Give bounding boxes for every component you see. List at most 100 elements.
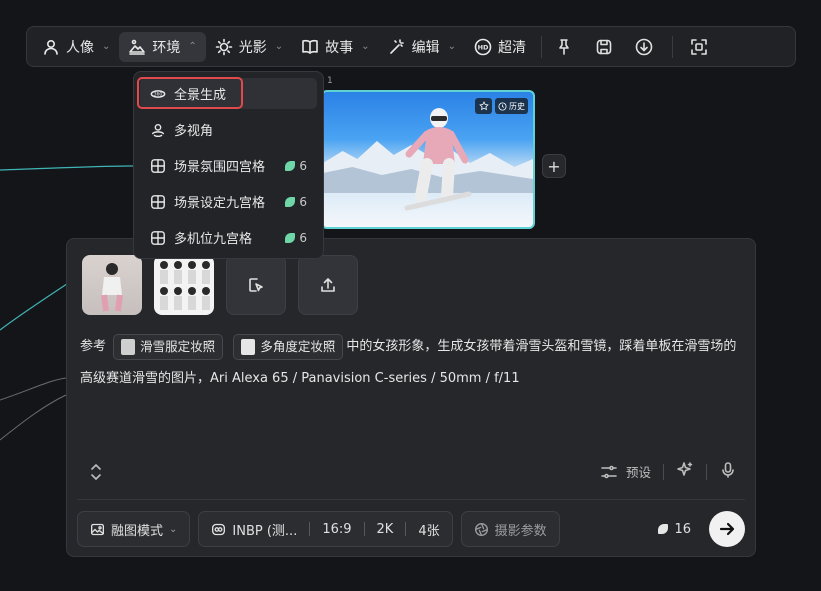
chevron-up-icon: ⌃ [188,41,197,52]
menu-item-label: 多机位九宫格 [174,232,253,247]
save-button[interactable] [588,32,620,62]
menu-item-label: 场景氛围四宫格 [174,160,266,175]
svg-text:HD: HD [478,43,489,51]
environment-dropdown-menu: 360 全景生成 多视角 场景氛围四宫格 6 场景设定九宫格 6 多机位九宫格 … [133,71,324,259]
toolbar-item-story[interactable]: 故事 ⌄ [292,32,378,62]
toolbar-item-environment[interactable]: 环境 ⌃ [119,31,206,62]
add-node-button[interactable]: + [542,154,566,178]
credit-count: 16 [674,521,691,537]
multi-angle-thumbnail [160,261,210,310]
top-toolbar: 人像 ⌄ 环境 ⌃ 光影 ⌄ 故事 ⌄ 编辑 ⌄ HD 超清 [26,26,796,67]
fullscreen-button[interactable] [683,32,715,62]
360-icon: 360 [150,89,166,98]
microphone-icon [722,462,734,478]
mode-select[interactable]: 融图模式 ⌄ [77,511,191,547]
chip-thumbnail [121,338,136,355]
save-icon [596,39,612,54]
svg-text:360: 360 [154,91,163,97]
toolbar-item-upscale[interactable]: HD 超清 [465,32,535,62]
model-icon [212,523,226,535]
divider [363,522,365,536]
favorite-badge[interactable] [475,98,492,114]
menu-item-multi-view[interactable]: 多视角 [140,114,317,145]
leaf-icon [285,232,296,243]
generate-button[interactable] [709,511,745,547]
prompt-text[interactable]: 参考 滑雪服定妆照 多角度定妆照 中的女孩形象，生成女孩带着滑雪头盔和雪镜，踩着… [80,331,745,395]
multi-view-icon [151,123,165,137]
menu-item-scene-9-grid[interactable]: 场景设定九宫格 6 [140,186,317,217]
upload-button[interactable] [298,255,358,315]
toolbar-item-label: 光影 [238,39,267,56]
menu-item-label: 场景设定九宫格 [174,196,266,211]
credit-cost: 6 [285,195,307,209]
history-icon [498,101,507,111]
expand-vertical-icon [91,464,101,480]
pin-icon [559,38,569,55]
snowboarder-figure [404,108,472,211]
aspect-ratio: 16:9 [322,521,352,537]
history-badge[interactable]: 历史 [495,98,528,114]
toolbar-item-portrait[interactable]: 人像 ⌄ [33,32,119,62]
reference-image-ski-outfit[interactable] [82,255,142,315]
aperture-icon [474,522,488,536]
book-icon [302,39,318,54]
chevron-down-icon: ⌄ [447,41,456,52]
prompt-prefix: 参考 [80,339,107,354]
reference-chip-ski-outfit[interactable]: 滑雪服定妆照 [113,333,224,360]
mode-label: 融图模式 [111,523,164,539]
hd-icon: HD [474,38,492,55]
magic-wand-icon [389,38,404,54]
generated-image-card[interactable]: 历史 [321,90,535,229]
image-count: 4张 [418,523,440,539]
expand-button[interactable] [87,463,105,485]
chevron-down-icon: ⌄ [102,41,111,52]
sun-icon [215,38,233,55]
divider [405,522,407,536]
menu-item-scene-4-grid[interactable]: 场景氛围四宫格 6 [140,150,317,181]
pin-button[interactable] [548,32,580,62]
chevron-down-icon: ⌄ [169,523,178,535]
download-button[interactable] [628,32,660,62]
camera-params-label: 摄影参数 [494,523,547,539]
grid-icon [151,230,165,245]
grid-icon [151,194,165,209]
leaf-icon [285,196,296,207]
voice-input-button[interactable] [719,461,737,482]
leaf-icon [285,160,296,171]
leaf-icon [658,524,669,534]
toolbar-item-edit[interactable]: 编辑 ⌄ [379,32,465,62]
camera-params-button[interactable]: 摄影参数 [460,511,560,547]
toolbar-item-label: 超清 [497,39,526,56]
plus-icon: + [547,156,561,176]
panel-tools: 预设 [600,461,737,482]
preset-button[interactable]: 预设 [600,462,651,481]
reference-image-multi-angle[interactable] [154,255,214,315]
toolbar-item-label: 环境 [152,39,181,56]
select-from-canvas-button[interactable] [226,255,286,315]
menu-item-panorama[interactable]: 360 全景生成 [140,78,317,109]
reference-chip-multi-angle[interactable]: 多角度定妆照 [233,333,344,360]
landscape-icon [129,39,146,55]
reference-thumbnails [82,255,358,315]
portrait-thumbnail [101,263,123,312]
chip-thumbnail [241,338,256,355]
toolbar-item-lighting[interactable]: 光影 ⌄ [206,32,292,62]
select-cursor-icon [249,278,263,292]
chevron-down-icon: ⌄ [361,41,370,52]
sparkle-icon [677,462,693,476]
model-label: INBP (测... [232,523,298,539]
menu-item-multi-camera-9-grid[interactable]: 多机位九宫格 6 [140,222,317,253]
model-settings-select[interactable]: INBP (测... 16:9 2K 4张 [198,511,453,547]
ai-enhance-button[interactable] [676,461,694,482]
menu-item-label: 多视角 [174,124,214,139]
credit-cost: 6 [285,231,307,245]
toolbar-item-label: 人像 [66,39,94,56]
resolution: 2K [376,521,394,537]
arrow-right-icon [719,522,735,536]
person-icon [44,39,58,55]
generation-settings-bar: 融图模式 ⌄ INBP (测... 16:9 2K 4张 摄影参数 16 [77,510,745,548]
image-icon [91,523,104,535]
download-icon [635,38,653,55]
panel-divider [77,499,745,500]
divider [309,522,311,536]
